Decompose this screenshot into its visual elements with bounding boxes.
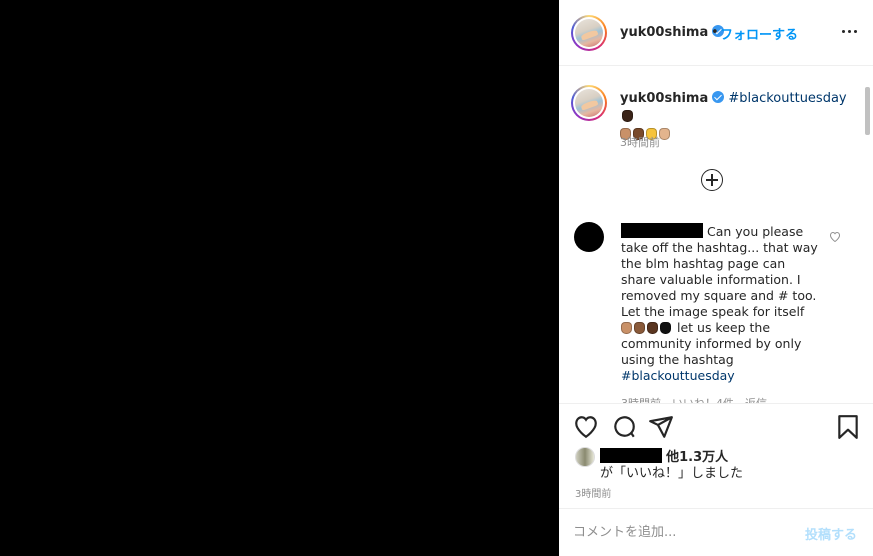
redacted-username — [600, 448, 662, 463]
caption-timestamp: 3時間前 — [620, 136, 660, 149]
separator-dot: • — [711, 25, 719, 40]
username-link[interactable]: yuk00shima — [620, 25, 725, 40]
comment-avatar[interactable] — [574, 222, 604, 252]
comment-text: Can you please take off the hashtag... t… — [621, 223, 821, 384]
post-comment-button[interactable]: 投稿する — [805, 524, 857, 543]
verified-badge-icon — [712, 91, 725, 103]
black-heart-emoji-icon — [622, 110, 633, 122]
post-side-panel: yuk00shima • フォローする yuk00shima #blackout… — [559, 0, 873, 556]
likes-suffix: が「いいね！」しました — [600, 466, 744, 481]
black-heart-emoji-icon — [660, 322, 671, 334]
caption-avatar[interactable] — [571, 85, 607, 121]
post-timestamp: 3時間前 — [575, 489, 612, 500]
comment-like-heart-icon[interactable] — [829, 231, 841, 242]
raised-fist-emoji-icon — [634, 322, 645, 334]
follow-button[interactable]: フォローする — [720, 24, 798, 43]
redacted-username — [621, 223, 703, 238]
comment-input[interactable] — [573, 521, 793, 543]
caption-hashtag[interactable]: #blackouttuesday — [728, 91, 846, 106]
scrollbar[interactable] — [865, 87, 870, 135]
avatar[interactable] — [571, 15, 607, 51]
liker-avatar[interactable] — [575, 447, 595, 467]
more-options-icon[interactable] — [839, 24, 861, 40]
raised-fist-emoji-icon — [621, 322, 632, 334]
comment-bubble-icon[interactable] — [611, 414, 637, 440]
share-paper-plane-icon[interactable] — [648, 414, 674, 440]
comment-meta: 3時間前 いいね！4件 返信 — [621, 395, 767, 403]
caption-username[interactable]: yuk00shima — [620, 91, 708, 106]
instagram-post-modal: yuk00shima • フォローする yuk00shima #blackout… — [0, 0, 873, 556]
comments-scroll-area[interactable]: yuk00shima #blackouttuesday 3時間前 Can you… — [559, 67, 873, 403]
post-image[interactable] — [0, 0, 559, 556]
comment-hashtag[interactable]: #blackouttuesday — [621, 368, 735, 383]
post-header: yuk00shima • フォローする — [559, 0, 873, 66]
comment-body-part1: Can you please take off the hashtag... t… — [621, 224, 818, 319]
comment-input-bar: 投稿する — [559, 508, 873, 556]
action-bar — [559, 403, 873, 449]
bookmark-icon[interactable] — [835, 414, 861, 440]
raised-fist-emoji-icon — [659, 128, 670, 140]
plus-circle-icon[interactable] — [701, 169, 723, 191]
raised-fist-emoji-icon — [647, 322, 658, 334]
like-heart-icon[interactable] — [573, 414, 599, 440]
